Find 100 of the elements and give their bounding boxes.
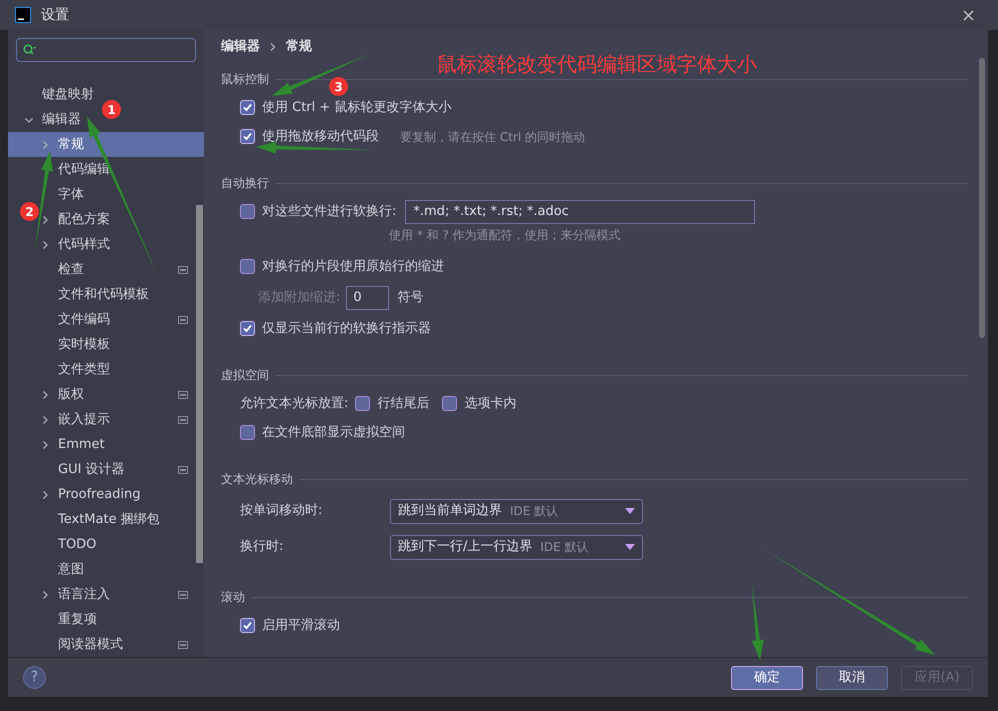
section-title: 滚动 <box>221 589 245 606</box>
section-title: 自动换行 <box>221 175 269 192</box>
sidebar-item[interactable]: 文件编码 <box>40 307 204 332</box>
chevron-right-icon[interactable] <box>40 390 50 400</box>
sidebar-item[interactable]: 实时模板 <box>40 332 110 357</box>
dialog-button[interactable]: 取消 <box>816 666 888 690</box>
sidebar-label: 版权 <box>58 386 85 404</box>
checkbox-label: 行结尾后 <box>377 394 430 413</box>
sidebar-item[interactable]: TODO <box>40 532 96 557</box>
sidebar-item[interactable]: 文件和代码模板 <box>40 282 149 307</box>
file-patterns-field[interactable]: *.md; *.txt; *.rst; *.adoc <box>405 200 756 224</box>
checkbox-label: 仅显示当前行的软换行指示器 <box>262 320 431 338</box>
sidebar-item[interactable]: Emmet <box>40 432 105 457</box>
sidebar-label: TextMate 捆绑包 <box>58 510 160 529</box>
field-label: 添加附加缩进: <box>258 288 340 307</box>
check-icon <box>242 102 253 113</box>
sidebar-item[interactable]: 意图 <box>40 557 84 582</box>
annotation-text: 鼠标滚轮改变代码编辑区域字体大小 <box>437 51 757 78</box>
sidebar-item[interactable]: 代码样式 <box>40 232 110 257</box>
checkbox[interactable] <box>355 396 370 411</box>
checkbox-label: 使用拖放移动代码段 <box>262 128 379 146</box>
sidebar-item[interactable]: 阅读器模式 <box>40 632 204 657</box>
breadcrumb-item[interactable]: 编辑器 <box>221 37 260 57</box>
checkbox-label: 在文件底部显示虚拟空间 <box>262 424 405 442</box>
sidebar-label: 阅读器模式 <box>58 636 124 654</box>
sidebar-label: Emmet <box>58 436 105 454</box>
chevron-right-icon[interactable] <box>40 414 50 424</box>
dropdown[interactable]: 跳到下一行/上一行边界 IDE 默认 <box>390 534 643 560</box>
sidebar-label: 实时模板 <box>58 336 110 354</box>
sidebar-label: 代码样式 <box>58 236 110 254</box>
sidebar-label: GUI 设计器 <box>58 460 126 479</box>
section-title: 鼠标控制 <box>221 71 269 88</box>
checkbox[interactable] <box>240 129 255 144</box>
sidebar-label: 文件和代码模板 <box>58 286 149 304</box>
sidebar-item[interactable]: 语言注入 <box>40 582 204 607</box>
checkbox-label: 对这些文件进行软换行: <box>262 202 396 221</box>
chevron-right-icon <box>270 43 276 51</box>
sidebar-item[interactable]: 检查 <box>40 257 204 282</box>
search-field[interactable] <box>16 38 196 62</box>
unit-label: 符号 <box>397 288 424 307</box>
hint-text: 使用 * 和 ? 作为通配符，使用 ; 来分隔模式 <box>389 227 620 244</box>
checkbox[interactable] <box>240 204 255 219</box>
scrollbar[interactable] <box>979 58 985 338</box>
checkbox[interactable] <box>240 321 255 336</box>
chevron-right-icon[interactable] <box>40 240 50 250</box>
sidebar-item[interactable]: 字体 <box>40 182 84 207</box>
field-label: 按单词移动时: <box>240 502 324 520</box>
sidebar-item[interactable]: 配色方案 <box>40 207 110 232</box>
checkbox[interactable] <box>240 425 255 440</box>
chevron-right-icon[interactable] <box>40 490 50 500</box>
sidebar-item[interactable]: TextMate 捆绑包 <box>40 507 160 532</box>
dropdown[interactable]: 跳到当前单词边界 IDE 默认 <box>390 498 643 524</box>
check-icon <box>242 131 253 142</box>
sidebar-label: 编辑器 <box>42 110 81 129</box>
scrollbar[interactable] <box>196 205 203 563</box>
search-icon <box>23 44 37 56</box>
sidebar-label: 文件类型 <box>58 360 110 379</box>
sidebar-label: 意图 <box>58 560 84 579</box>
sidebar-item[interactable]: 文件类型 <box>40 357 110 382</box>
check-icon <box>242 323 253 334</box>
window-title: 设置 <box>41 6 70 24</box>
sidebar-label: TODO <box>58 536 96 554</box>
dropdown-hint: IDE 默认 <box>540 539 590 556</box>
chevron-right-icon[interactable] <box>40 214 50 224</box>
checkbox-label: 选项卡内 <box>464 394 516 413</box>
caret-icon <box>625 544 635 550</box>
breadcrumb-item: 常规 <box>286 38 312 56</box>
chevron-right-icon[interactable] <box>40 440 50 450</box>
checkbox-label: 对换行的片段使用原始行的缩进 <box>262 258 444 276</box>
checkbox[interactable] <box>442 396 458 411</box>
checkbox-label: 启用平滑滚动 <box>262 616 340 635</box>
hint-text: 要复制，请在按住 Ctrl 的同时拖动 <box>400 128 585 146</box>
sidebar-item[interactable]: Proofreading <box>40 482 141 507</box>
check-icon <box>242 620 253 631</box>
checkbox[interactable] <box>240 259 255 274</box>
dropdown-value: 跳到当前单词边界 <box>398 502 502 520</box>
checkbox[interactable] <box>240 100 255 115</box>
sidebar-item[interactable]: 版权 <box>40 382 204 407</box>
sidebar-item[interactable]: 嵌入提示 <box>40 407 204 432</box>
chevron-right-icon[interactable] <box>40 590 50 600</box>
checkbox[interactable] <box>240 618 255 633</box>
sidebar-label: 嵌入提示 <box>58 410 111 429</box>
sidebar-item[interactable]: 键盘映射 <box>24 82 94 107</box>
close-icon[interactable] <box>963 10 974 20</box>
field-label: 换行时: <box>240 538 284 556</box>
dropdown-hint: IDE 默认 <box>510 503 560 520</box>
dialog-button[interactable]: 确定 <box>731 666 803 690</box>
sidebar-item[interactable]: 编辑器 <box>24 107 81 132</box>
sidebar-item[interactable]: 常规 <box>40 132 84 157</box>
sidebar-label: 配色方案 <box>58 210 110 229</box>
sidebar-item[interactable]: 重复项 <box>40 607 97 632</box>
sidebar-label: 语言注入 <box>58 586 111 604</box>
caret-icon <box>625 508 635 514</box>
sidebar-label: 字体 <box>58 186 84 204</box>
sidebar-item[interactable]: GUI 设计器 <box>40 457 204 482</box>
section-title: 虚拟空间 <box>221 367 269 384</box>
sidebar-label: 常规 <box>58 136 84 154</box>
dropdown-value: 跳到下一行/上一行边界 <box>398 538 532 556</box>
sidebar-label: 检查 <box>58 260 85 279</box>
sidebar-label: 文件编码 <box>58 310 111 329</box>
